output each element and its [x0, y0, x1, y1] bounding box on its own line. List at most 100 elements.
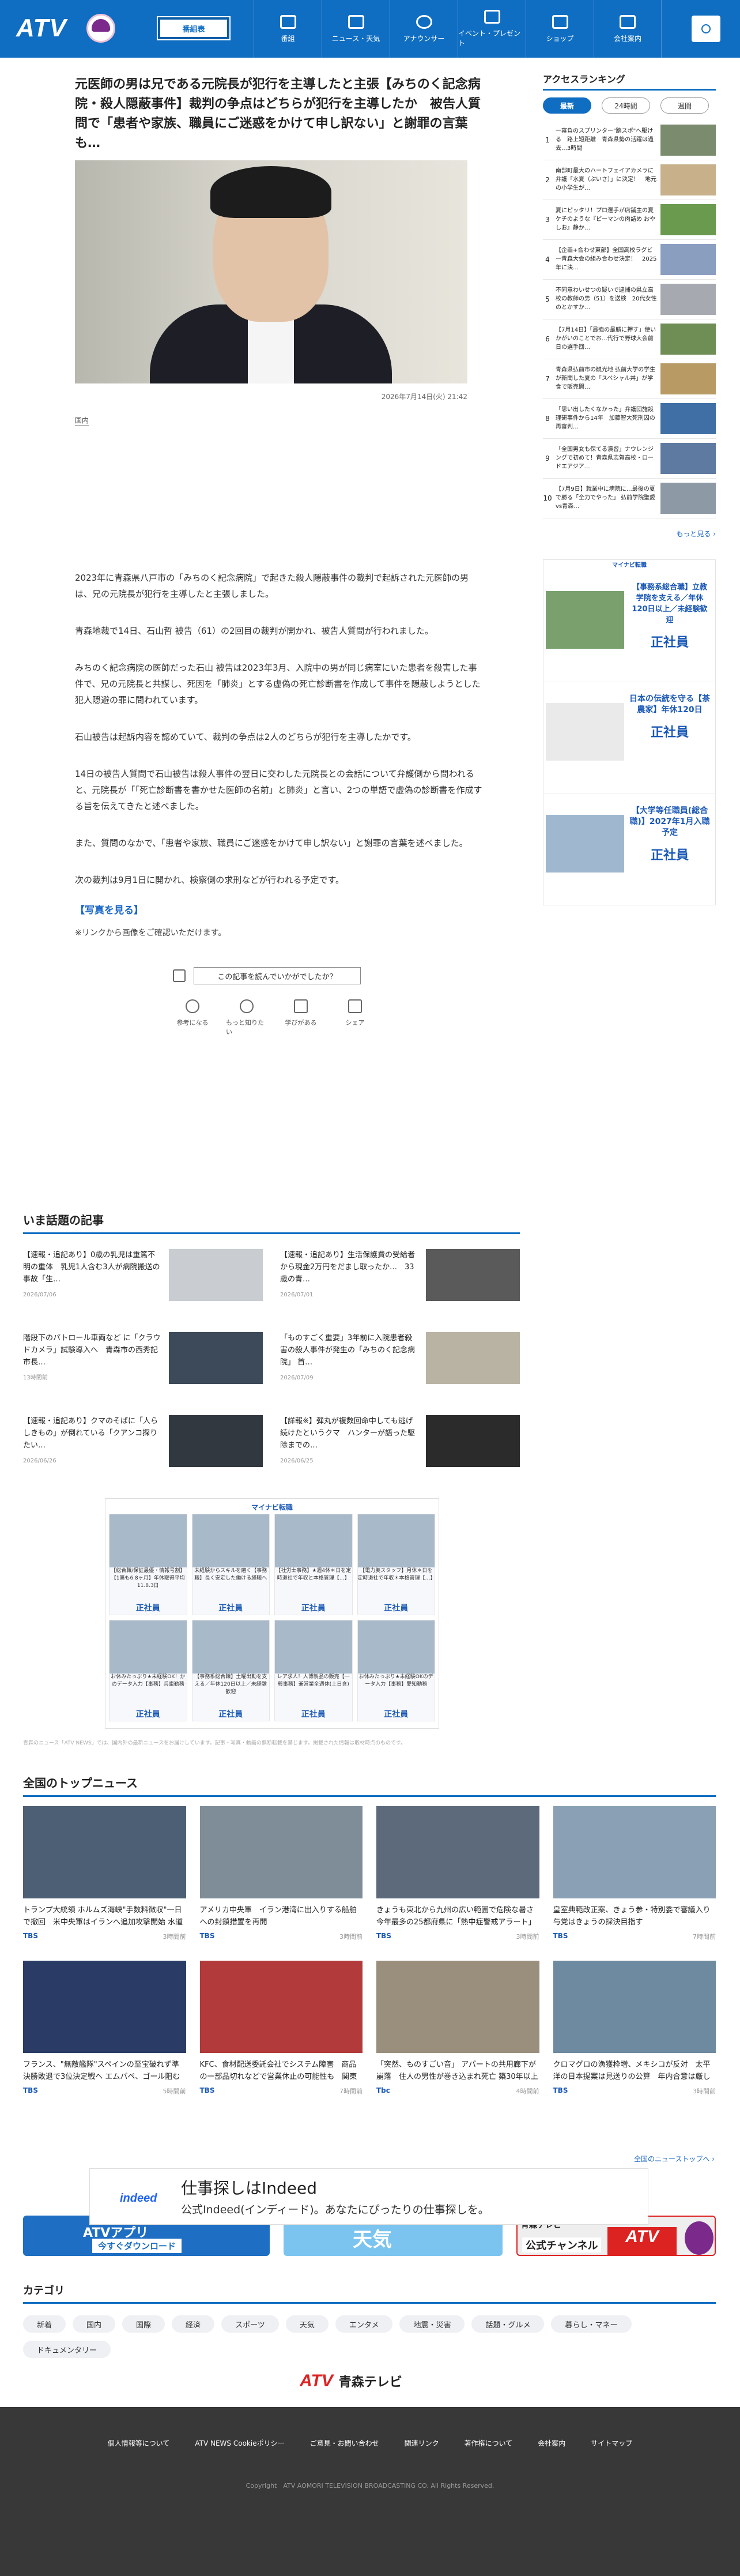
site-logo[interactable]: ATV: [16, 14, 67, 43]
reaction-helpful-button[interactable]: 参考になる: [172, 999, 213, 1036]
ranking-item[interactable]: 3 夏にピッタリ！プロ選手が店舗主の夏ケチのような『ピーマンの肉詰め おやしお』静…: [543, 200, 716, 240]
nav-item-announcers[interactable]: アナウンサー: [390, 0, 458, 58]
footer-link[interactable]: 関連リンク: [392, 2438, 452, 2448]
building-icon: [620, 14, 636, 29]
news-title: クロマグロの漁獲枠増、メキシコが反対 太平洋の日本提案は見送りの公算 年内合意は…: [553, 2060, 711, 2081]
ad-card[interactable]: 【総合職/保証最優・情報号割】【1第も6.8ヶ月】年休取得平均11.8.3日 正社…: [109, 1514, 187, 1615]
thumbnail: [23, 1961, 186, 2053]
photos-link[interactable]: 【写真を見る】: [75, 902, 485, 916]
category-chip[interactable]: 地震・災害: [399, 2315, 465, 2333]
thumbnail: [660, 363, 716, 394]
tab-weekly[interactable]: 週間: [660, 97, 709, 114]
ad-card[interactable]: 【電力美スタッフ】月休＊日を定時退社で年収＊本格管理【…】 正社員: [357, 1514, 436, 1615]
list-item[interactable]: 「ものすごく重要」3年前に入院患者殺害の殺人事件が発生の「みちのく記念病院」 首…: [280, 1332, 520, 1401]
news-card[interactable]: アメリカ中央軍 イラン港湾に出入りする船舶への封鎖措置を再開 TBS 3時間前: [199, 1806, 363, 1941]
ranking-item[interactable]: 4 【企画+合わせ東部】全国高校ラグビー青森大会の組み合わせ決定！ 2025年に決…: [543, 240, 716, 280]
category-chip[interactable]: スポーツ: [221, 2315, 279, 2333]
news-card[interactable]: 「突然、ものすごい音」 アパートの共用廊下が崩落 住人の男性が巻き込まれ死亡 築…: [376, 1961, 539, 2096]
ad-card[interactable]: レア求人！人博製品の販売【一般事務】兼営業全週休(土日含) 正社員: [274, 1620, 353, 1721]
ad-card[interactable]: 【事務系総合職】土曜出勤を支える／年休120日以上／未経験歓迎 正社員: [191, 1620, 270, 1721]
category-chip[interactable]: 天気: [285, 2315, 329, 2333]
category-chip[interactable]: 経済: [172, 2315, 215, 2333]
news-card[interactable]: トランプ大統領 ホルムズ海峡"手数料徴収"一日で撤回 米中央軍はイランへ追加攻撃…: [23, 1806, 186, 1941]
category-chip[interactable]: エンタメ: [335, 2315, 393, 2333]
category-chip[interactable]: 国際: [122, 2315, 165, 2333]
tab-latest[interactable]: 最新: [543, 97, 591, 114]
job-ad-side[interactable]: マイナビ転職 【事務系総合職】立教学院を支える／年休120日以上／未経験歓迎 正社…: [543, 559, 716, 905]
ranking-item[interactable]: 2 南部町最大のハートフェイアカメラに弁護「水夏（ぷいさ）」に決定！ 地元の小学生…: [543, 160, 716, 200]
program-guide-button[interactable]: 番組表: [157, 16, 231, 40]
reaction-learn-button[interactable]: 学びがある: [280, 999, 322, 1036]
ad-card[interactable]: お休みたっぷり★未経験OKのデータ入力【事務】愛知勤務 正社員: [357, 1620, 435, 1721]
list-item[interactable]: 【速報・追記あり】クマのそばに「人らしきもの」が倒れている「クアンコ探りたい… 2…: [23, 1415, 263, 1484]
ad-text: お休みたっぷり★未経験OK！かのデータ入力【事務】兵庫勤務: [111, 1674, 186, 1687]
footer-logo[interactable]: ATV 青森テレビ: [300, 2371, 402, 2391]
news-card[interactable]: クロマグロの漁獲枠増、メキシコが反対 太平洋の日本提案は見送りの公算 年内合意は…: [553, 1961, 716, 2096]
ad-card[interactable]: 【大学等任職員(総合職)】2027年1月入職予定 正社員: [543, 794, 715, 906]
sidebar: アクセスランキング 最新 24時間 週間 1 一審負のスプリンター"踏スポ"へ駆け…: [543, 72, 716, 905]
footer-link[interactable]: 個人情報等について: [95, 2438, 183, 2448]
search-button[interactable]: [692, 16, 720, 42]
ad-card[interactable]: 未経験からスキルを磨く【事務職】長く安定した働ける経職へ 正社員: [191, 1514, 270, 1615]
thumbnail: [553, 1806, 716, 1898]
footer-link[interactable]: サイトマップ: [578, 2438, 645, 2448]
article-category-link[interactable]: 国内: [75, 415, 89, 426]
news-source: TBS: [23, 1932, 38, 1940]
news-title: フランス、"無敵艦隊"スペインの至宝破れず準決勝敗退で3位決定戦へ エムバペ、ゴ…: [23, 2060, 180, 2081]
list-item[interactable]: 【詳報※】弾丸が複数回命中しても逃げ続けたというクマ ハンターが語った駆除までの…: [280, 1415, 520, 1484]
nav-label: 番組: [281, 34, 295, 43]
news-card[interactable]: KFC、食材配送委託会社でシステム障害 商品の一部品切れなどで営業休止の可能性も…: [199, 1961, 363, 2096]
footer-link[interactable]: 著作権について: [452, 2438, 526, 2448]
ranking-item[interactable]: 5 不同意わいせつの疑いで逮捕の県立高校の教師の男（51）を送検 20代女性のとか…: [543, 280, 716, 319]
footer-link[interactable]: ご意見・お問い合わせ: [297, 2438, 392, 2448]
nav-item-news[interactable]: ニュース・天気: [322, 0, 390, 58]
list-item[interactable]: 【速報・追記あり】0歳の乳児は重篤不明の重体 乳児1人含む3人が病院搬送の事故「…: [23, 1249, 263, 1318]
list-item[interactable]: 【速報・追記あり】生活保護費の受給者から現金2万円をだまし取ったか… 33歳の青…: [280, 1249, 520, 1318]
ad-text: 【電力美スタッフ】月休＊日を定時退社で年収＊本格管理【…】: [357, 1568, 436, 1581]
ranking-item[interactable]: 9 「全国男女も保てる演習」ナウレンジングで初めて！青森県志賀高校・ロードエアジア…: [543, 439, 716, 479]
category-chip[interactable]: 話題・グルメ: [471, 2315, 545, 2333]
footer-link[interactable]: ATV NEWS Cookieポリシー: [182, 2438, 297, 2448]
ad-photo: [110, 1514, 187, 1567]
ad-card[interactable]: 【社労士事務】★週4休＊日を定時退社で年収と本格管理【…】 正社員: [274, 1514, 353, 1615]
indeed-ad[interactable]: indeed 仕事探しはIndeed 公式Indeed(インディード)。あなたに…: [89, 2168, 648, 2225]
ranking-item[interactable]: 7 青森県弘前市の観光地 弘前大学の学生が新聞した夏の「スペシャル丼」が学食で販売…: [543, 359, 716, 399]
news-card[interactable]: きょうも東北から九州の広い範囲で危険な暑さ 今年最多の25都府県に「熱中症警戒ア…: [376, 1806, 539, 1941]
nav-item-company[interactable]: 会社案内: [594, 0, 662, 58]
more-national-news-link[interactable]: 全国のニューストップへ ›: [599, 2154, 715, 2164]
category-chip[interactable]: ドキュメンタリー: [23, 2341, 111, 2358]
share-button[interactable]: シェア: [334, 999, 376, 1036]
nav-item-programs[interactable]: 番組: [254, 0, 322, 58]
list-item[interactable]: 階段下のパトロール車両など に「クラウドカメラ」試験導入へ 青森市の西秀記 市長…: [23, 1332, 263, 1401]
category-chip[interactable]: 暮らし・マネー: [551, 2315, 632, 2333]
news-title: KFC、食材配送委託会社でシステム障害 商品の一部品切れなどで営業休止の可能性も…: [199, 2060, 357, 2081]
article-hero-image[interactable]: [75, 160, 467, 383]
nav-label: 会社案内: [613, 34, 641, 43]
nav-item-shop[interactable]: ショップ: [526, 0, 594, 58]
ad-position: 正社員: [650, 848, 689, 863]
ad-photo: [275, 1620, 352, 1674]
mascot-icon: [86, 14, 115, 43]
nav-item-events[interactable]: イベント・プレゼント: [458, 0, 526, 58]
app-banner-cta: 今すぐダウンロード: [92, 2239, 182, 2253]
ranking-item[interactable]: 10 【7月9日】就業中に病院に…最後の夏で勝る「全力でやった」 弘前学院聖愛vs…: [543, 479, 716, 518]
ad-card[interactable]: 日本の伝統を守る【茶農家】年休120日 正社員: [543, 682, 715, 794]
news-card[interactable]: 皇室典範改正案、きょう参・特別委で審議入り 与党はきょうの採決目指す TBS 7時間…: [553, 1806, 716, 1941]
thumbnail: [169, 1249, 263, 1301]
footer-link[interactable]: 会社案内: [525, 2438, 578, 2448]
ranking-item[interactable]: 1 一審負のスプリンター"踏スポ"へ駆ける 路上短距離 青森県勢の活躍は過去…3時…: [543, 121, 716, 160]
ranking-item[interactable]: 6 【7月14日】「最強の最勝に押す」使いかがいのことでお…代行で野球大会前日の選…: [543, 319, 716, 359]
reaction-more-button[interactable]: もっと知りたい: [226, 999, 267, 1036]
category-chip[interactable]: 国内: [73, 2315, 116, 2333]
ranking-more-link[interactable]: もっと見る ›: [543, 529, 716, 539]
item-date: 13時間前: [23, 1375, 48, 1381]
tab-24h[interactable]: 24時間: [602, 97, 650, 114]
news-card[interactable]: フランス、"無敵艦隊"スペインの至宝破れず準決勝敗退で3位決定戦へ エムバペ、ゴ…: [23, 1961, 186, 2096]
job-ad-grid[interactable]: マイナビ転職 【総合職/保証最優・情報号割】【1第も6.8ヶ月】年休取得平均11…: [105, 1498, 439, 1729]
rank-number: 2: [545, 176, 550, 184]
ranking-item[interactable]: 8 「思い出したくなかった」弁護団施設理研事件から14年 加藤智大死刑囚の再審判…: [543, 399, 716, 439]
ad-card[interactable]: お休みたっぷり★未経験OK！かのデータ入力【事務】兵庫勤務 正社員: [109, 1620, 187, 1721]
ad-position: 正社員: [650, 635, 689, 650]
ad-card[interactable]: 【事務系総合職】立教学院を支える／年休120日以上／未経験歓迎 正社員: [543, 570, 715, 682]
category-chip[interactable]: 新着: [23, 2315, 66, 2333]
